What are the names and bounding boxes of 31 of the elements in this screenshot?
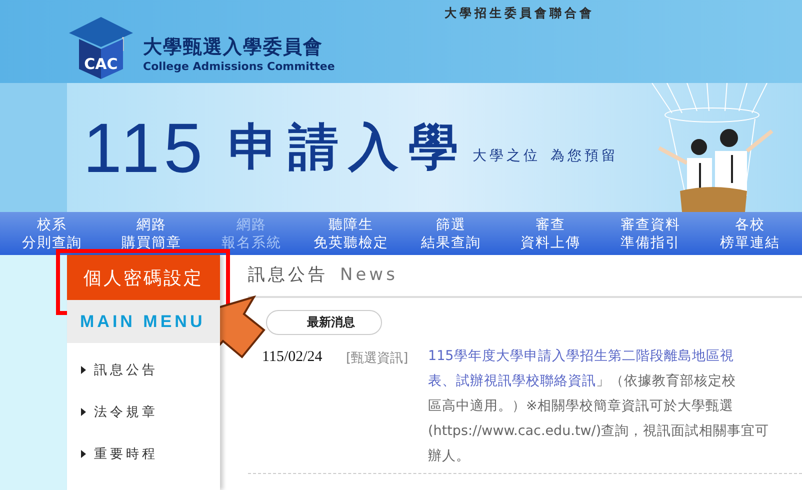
nav-item[interactable]: 網路 報名系統	[202, 216, 302, 252]
news-link[interactable]: 表、試辦視訊學校聯絡資訊	[428, 373, 596, 389]
top-link[interactable]: 大學招生委員會聯合會	[444, 5, 594, 22]
triangle-bullet-icon	[81, 408, 86, 416]
banner-tagline: 大學之位	[472, 146, 541, 164]
banner-number: 115	[83, 108, 207, 188]
password-settings-button[interactable]: 個人密碼設定	[67, 255, 220, 300]
nav-item[interactable]: 網路 購買簡章	[102, 216, 202, 252]
news-date: 115/02/24	[262, 349, 324, 367]
section-heading: 訊息公告	[248, 264, 328, 286]
news-category: [甄選資訊]	[346, 350, 410, 368]
menu-item[interactable]: 法令規章	[94, 403, 158, 421]
nav-item[interactable]: 聽障生 免英聽檢定	[301, 216, 401, 252]
nav-item[interactable]: 審查 資料上傳	[500, 216, 600, 252]
nav-item[interactable]: 校系 分則查詢	[2, 216, 102, 252]
org-name: 大學甄選入學委員會	[143, 34, 324, 60]
news-link[interactable]: 115學年度大學申請入學招生第二階段離島地區視	[428, 348, 734, 364]
latest-news-tab[interactable]: 最新消息	[266, 310, 382, 335]
section-heading-english: News	[340, 265, 398, 285]
triangle-bullet-icon	[81, 450, 86, 458]
nav-item[interactable]: 篩選 結果查詢	[401, 216, 501, 252]
banner-tagline: 為您預留	[550, 146, 619, 164]
menu-item[interactable]: 訊息公告	[94, 361, 158, 379]
news-text: 115學年度大學申請入學招生第二階段離島地區視 表、試辦視訊學校聯絡資訊」（依據教育部核定校 區高中適用。）※相關學校簡章資訊可於大學甄選 (https://www.cac.edu.tw/)查詢，視訊面試相關事宜可 辦人。	[428, 347, 770, 466]
nav-item[interactable]: 各校 榜單連結	[700, 216, 800, 252]
org-name-english: College Admissions Committee	[143, 60, 335, 72]
menu-item[interactable]: 重要時程	[94, 445, 158, 463]
banner-title: 申請入學	[228, 116, 469, 178]
main-menu-title: MAIN MENU	[67, 300, 220, 343]
nav-item[interactable]: 審查資料 準備指引	[600, 216, 700, 252]
triangle-bullet-icon	[81, 366, 86, 374]
